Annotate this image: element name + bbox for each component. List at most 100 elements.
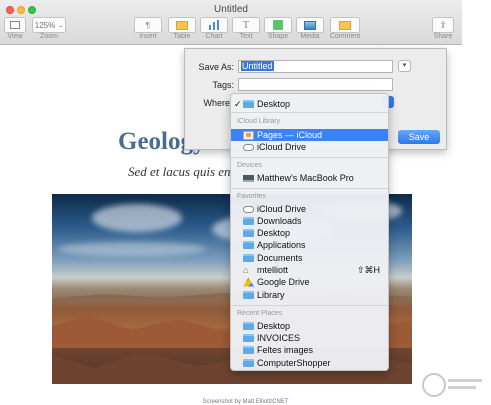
chart-icon: [209, 20, 219, 30]
menu-item-desktop-recent[interactable]: Desktop: [231, 320, 388, 332]
chart-button[interactable]: [200, 17, 228, 33]
zoom-value: 125%: [34, 20, 56, 30]
window-title: Untitled: [214, 4, 248, 15]
folder-icon: [243, 254, 254, 262]
menu-item-label: Desktop: [257, 321, 291, 331]
menu-item-downloads[interactable]: Downloads: [231, 215, 388, 227]
table-icon: [176, 20, 188, 30]
menu-separator: [231, 305, 388, 306]
menu-item-google-drive[interactable]: Google Drive: [231, 276, 388, 288]
menu-item-icloud-drive-fav[interactable]: iCloud Drive: [231, 203, 388, 215]
comment-button[interactable]: [330, 17, 360, 33]
media-icon: [304, 20, 316, 30]
menu-item-icloud-drive[interactable]: iCloud Drive: [231, 141, 388, 153]
chart-label: Chart: [205, 33, 223, 40]
folder-icon: [243, 100, 254, 108]
menu-item-label: Applications: [257, 240, 306, 250]
menu-item-pages-icloud[interactable]: Pages — iCloud: [231, 129, 388, 141]
table-label: Table: [173, 33, 191, 40]
comment-icon: [339, 20, 351, 30]
folder-icon: [243, 241, 254, 249]
menu-item-label: Google Drive: [257, 277, 310, 287]
photo-caption: Screenshot by Matt Elliott/CNET: [202, 399, 289, 405]
media-button[interactable]: [296, 17, 324, 33]
checkmark-icon: ✓: [234, 98, 242, 109]
menu-item-label: Desktop: [257, 228, 291, 238]
folder-icon: [243, 334, 254, 342]
tags-label: Tags:: [212, 80, 234, 90]
menu-item-label: INVOICES: [257, 333, 301, 343]
menu-item-label: Documents: [257, 253, 303, 263]
view-button[interactable]: [4, 17, 26, 33]
document-subtitle[interactable]: Sed et lacus quis en: [128, 164, 231, 180]
home-icon: ⌂: [243, 264, 249, 275]
pages-icon: [243, 130, 254, 140]
menu-item-invoices[interactable]: INVOICES: [231, 332, 388, 344]
menu-item-macbook[interactable]: Matthew's MacBook Pro: [231, 172, 388, 184]
menu-item-desktop-current[interactable]: ✓ Desktop: [231, 98, 388, 110]
save-as-value: Untitled: [241, 61, 274, 71]
share-icon: ⇪: [439, 19, 447, 30]
menu-item-desktop-fav[interactable]: Desktop: [231, 227, 388, 239]
google-drive-icon: [243, 277, 254, 287]
section-header-icloud: iCloud Library: [237, 118, 281, 125]
paragraph-icon: ¶: [145, 20, 151, 30]
comment-label: Comment: [329, 33, 361, 40]
folder-icon: [243, 359, 254, 367]
menu-separator: [231, 188, 388, 189]
folder-icon: [243, 346, 254, 354]
share-button[interactable]: ⇪: [432, 17, 454, 33]
table-button[interactable]: [168, 17, 196, 33]
shape-label: Shape: [267, 33, 289, 40]
section-header-recent: Recent Places: [237, 310, 283, 317]
expand-dialog-button[interactable]: ▾: [398, 60, 411, 72]
share-label: Share: [433, 33, 453, 40]
menu-item-label: mtelliott: [257, 265, 289, 275]
menu-item-label: Library: [257, 290, 285, 300]
shape-icon: [273, 20, 283, 30]
text-button[interactable]: T: [232, 17, 260, 33]
menu-item-label: Desktop: [257, 99, 291, 109]
section-header-devices: Devices: [237, 162, 262, 169]
menu-item-label: Downloads: [257, 216, 302, 226]
media-label: Media: [300, 33, 320, 40]
insert-button[interactable]: ¶: [134, 17, 162, 33]
text-icon: T: [242, 19, 250, 31]
cloud-icon: [243, 205, 254, 213]
save-as-field[interactable]: Untitled: [238, 60, 393, 73]
chevron-down-icon: ▾: [402, 62, 407, 69]
insert-label: Insert: [139, 33, 157, 40]
menu-item-label: ComputerShopper: [257, 358, 331, 368]
menu-item-documents[interactable]: Documents: [231, 252, 388, 264]
menu-shortcut: ⇧⌘H: [356, 264, 380, 275]
zoom-select[interactable]: 125% ⌄: [32, 17, 66, 33]
menu-item-label: iCloud Drive: [257, 204, 307, 214]
where-menu: ✓ Desktop iCloud Library Pages — iCloud …: [230, 93, 389, 371]
toolbar: Untitled View 125% ⌄ Zoom ¶ Insert Table…: [0, 0, 462, 45]
chevron-down-icon: ⌄: [58, 22, 64, 29]
menu-item-library[interactable]: Library: [231, 289, 388, 301]
menu-item-applications[interactable]: Applications: [231, 239, 388, 251]
menu-item-label: iCloud Drive: [257, 142, 307, 152]
menu-item-feltes-images[interactable]: Feltes images: [231, 344, 388, 356]
watermark-logo: [420, 370, 486, 400]
laptop-icon: [243, 174, 254, 182]
menu-separator: [231, 157, 388, 158]
text-label: Text: [239, 33, 253, 40]
folder-icon: [243, 322, 254, 330]
shape-button[interactable]: [264, 17, 292, 33]
menu-item-mtelliott[interactable]: ⌂ mtelliott ⇧⌘H: [231, 264, 388, 276]
save-as-label: Save As:: [198, 62, 234, 72]
menu-item-label: Matthew's MacBook Pro: [257, 173, 354, 183]
view-label: View: [7, 33, 23, 40]
menu-item-computershopper[interactable]: ComputerShopper: [231, 357, 388, 369]
menu-item-label: Feltes images: [257, 345, 314, 355]
tags-field[interactable]: [238, 78, 393, 91]
where-label: Where: [203, 98, 230, 108]
cloud-icon: [243, 143, 254, 151]
save-button[interactable]: Save: [398, 130, 440, 144]
folder-icon: [243, 217, 254, 225]
folder-icon: [243, 229, 254, 237]
zoom-label: Zoom: [40, 33, 58, 40]
folder-icon: [243, 291, 254, 299]
